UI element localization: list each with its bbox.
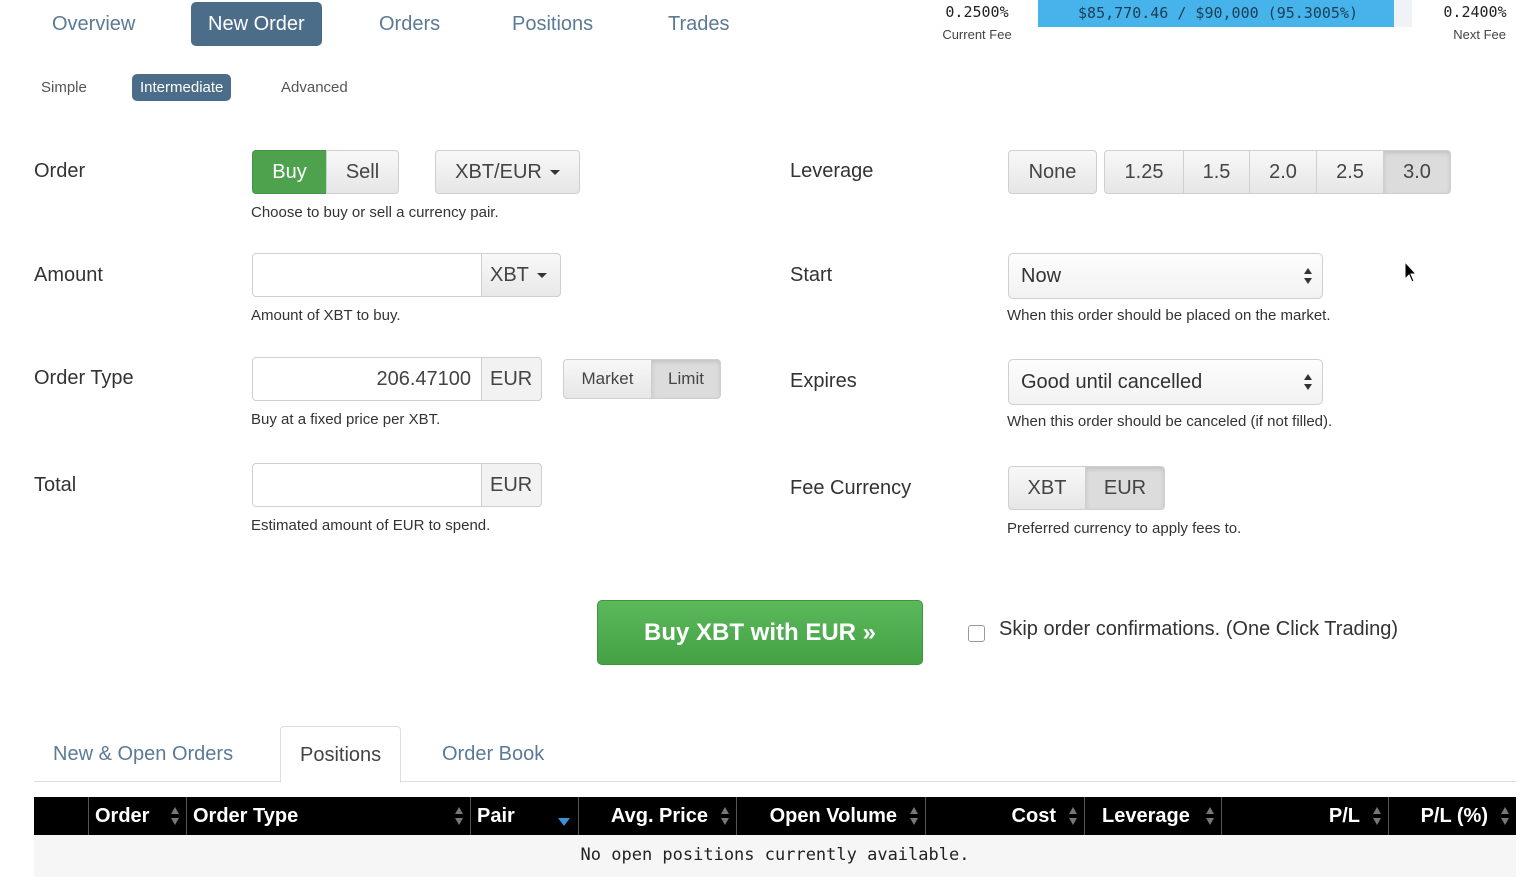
leverage-none-button[interactable]: None <box>1008 150 1097 194</box>
total-label: Total <box>34 474 77 496</box>
tab-new-open-orders[interactable]: New & Open Orders <box>34 726 252 782</box>
pair-dropdown[interactable]: XBT/EUR <box>435 150 580 194</box>
leverage-3.0-button[interactable]: 3.0 <box>1383 150 1451 194</box>
current-fee-label: Current Fee <box>942 27 1012 42</box>
expires-value: Good until cancelled <box>1021 371 1203 393</box>
tabs-divider <box>34 781 1517 782</box>
total-help: Estimated amount of EUR to spend. <box>251 517 491 534</box>
tab-positions-list[interactable]: Positions <box>280 726 402 783</box>
order-label: Order <box>34 160 86 182</box>
column-header-cost[interactable]: Cost <box>925 797 1084 835</box>
positions-table-header: Order Order Type Pair Avg. Price Open Vo… <box>34 797 1516 835</box>
leverage-1.25-button[interactable]: 1.25 <box>1104 150 1184 194</box>
sort-icon <box>1206 807 1214 825</box>
amount-input[interactable] <box>252 253 482 297</box>
next-fee: 0.2400% Next Fee <box>1430 2 1520 44</box>
tab-positions[interactable]: Positions <box>495 2 610 46</box>
chevron-down-icon <box>549 170 560 176</box>
skip-confirmations-label[interactable]: Skip order confirmations. (One Click Tra… <box>999 618 1398 641</box>
empty-table-message: No open positions currently available. <box>34 835 1516 877</box>
column-label: Order <box>95 805 150 827</box>
sort-icon <box>1373 807 1381 825</box>
column-header-pl-percent[interactable]: P/L (%) <box>1388 797 1516 835</box>
mouse-cursor-icon <box>1404 261 1418 283</box>
expires-select[interactable]: Good until cancelled <box>1008 359 1323 405</box>
column-label: Cost <box>1011 805 1056 827</box>
column-header-order[interactable]: Order <box>88 797 186 835</box>
fee-currency-help: Preferred currency to apply fees to. <box>1007 520 1242 537</box>
column-label: Pair <box>477 805 515 827</box>
column-header-avg-price[interactable]: Avg. Price <box>578 797 736 835</box>
tab-trades[interactable]: Trades <box>651 2 747 46</box>
select-arrows-icon <box>1304 374 1312 390</box>
leverage-1.5-button[interactable]: 1.5 <box>1183 150 1250 194</box>
tab-overview[interactable]: Overview <box>35 2 152 46</box>
current-fee-value: 0.2500% <box>945 3 1009 21</box>
select-arrows-icon <box>1304 268 1312 284</box>
total-unit: EUR <box>482 463 542 507</box>
fee-currency-xbt-button[interactable]: XBT <box>1008 466 1086 510</box>
leverage-2.5-button[interactable]: 2.5 <box>1316 150 1384 194</box>
total-input[interactable] <box>252 463 482 507</box>
column-label: Avg. Price <box>610 805 708 827</box>
submit-order-button[interactable]: Buy XBT with EUR » <box>597 600 923 665</box>
column-label: Order Type <box>193 805 299 827</box>
start-help: When this order should be placed on the … <box>1007 307 1331 324</box>
price-input[interactable]: 206.47100 <box>252 357 482 401</box>
expires-help: When this order should be canceled (if n… <box>1007 413 1333 430</box>
next-fee-value: 0.2400% <box>1443 3 1507 21</box>
buy-button[interactable]: Buy <box>252 150 327 194</box>
chevron-down-icon <box>536 273 547 279</box>
column-header-pl[interactable]: P/L <box>1221 797 1388 835</box>
next-fee-label: Next Fee <box>1453 27 1506 42</box>
tab-new-order[interactable]: New Order <box>191 2 322 46</box>
column-label: P/L <box>1328 805 1360 827</box>
column-label: Open Volume <box>769 805 897 827</box>
fee-currency-label: Fee Currency <box>790 477 912 499</box>
amount-help: Amount of XBT to buy. <box>251 307 401 324</box>
leverage-label: Leverage <box>790 160 874 182</box>
skip-confirmations-checkbox[interactable] <box>968 625 985 642</box>
column-header-leverage[interactable]: Leverage <box>1084 797 1221 835</box>
amount-unit: XBT <box>490 264 529 286</box>
sort-icon <box>455 807 463 825</box>
mode-intermediate[interactable]: Intermediate <box>132 74 232 101</box>
expires-label: Expires <box>790 370 857 392</box>
order-type-label: Order Type <box>34 367 134 389</box>
column-label: P/L (%) <box>1420 805 1488 827</box>
leverage-2.0-button[interactable]: 2.0 <box>1249 150 1317 194</box>
mode-simple[interactable]: Simple <box>33 74 95 101</box>
pair-value: XBT/EUR <box>455 161 542 183</box>
tab-order-book[interactable]: Order Book <box>423 726 563 782</box>
volume-progress-text: $85,770.46 / $90,000 (95.3005%) <box>1078 4 1358 22</box>
volume-progress-bar: $85,770.46 / $90,000 (95.3005%) <box>1038 0 1412 27</box>
column-header-pair[interactable]: Pair <box>470 797 578 835</box>
mode-advanced[interactable]: Advanced <box>273 74 356 101</box>
order-help: Choose to buy or sell a currency pair. <box>251 204 499 221</box>
amount-label: Amount <box>34 264 103 286</box>
sort-icon <box>171 807 179 825</box>
column-label: Leverage <box>1102 805 1190 827</box>
sort-icon <box>910 807 918 825</box>
sort-icon <box>1069 807 1077 825</box>
current-fee: 0.2500% Current Fee <box>930 2 1024 44</box>
limit-button[interactable]: Limit <box>651 359 721 399</box>
start-value: Now <box>1021 265 1062 287</box>
amount-unit-dropdown[interactable]: XBT <box>482 253 561 297</box>
sort-descending-icon <box>558 818 570 826</box>
market-button[interactable]: Market <box>563 359 652 399</box>
order-type-help: Buy at a fixed price per XBT. <box>251 411 441 428</box>
fee-currency-eur-button[interactable]: EUR <box>1085 466 1165 510</box>
column-header-open-volume[interactable]: Open Volume <box>736 797 925 835</box>
sort-icon <box>721 807 729 825</box>
price-unit: EUR <box>482 357 542 401</box>
tab-orders[interactable]: Orders <box>362 2 457 46</box>
sort-icon <box>1501 807 1509 825</box>
column-header-order-type[interactable]: Order Type <box>186 797 470 835</box>
sell-button[interactable]: Sell <box>326 150 399 194</box>
start-label: Start <box>790 264 833 286</box>
start-select[interactable]: Now <box>1008 253 1323 299</box>
